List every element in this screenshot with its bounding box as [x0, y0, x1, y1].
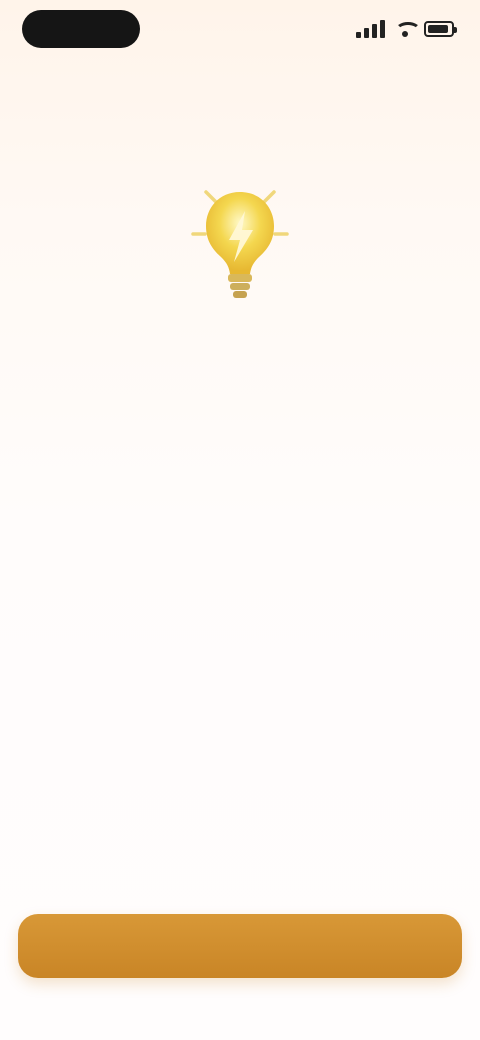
- wifi-icon: [394, 21, 421, 37]
- lightbulb-icon: [190, 184, 290, 308]
- hero-text: [34, 334, 446, 362]
- continue-button[interactable]: [18, 914, 462, 978]
- status-icons: [350, 18, 457, 40]
- battery-icon: [424, 21, 457, 37]
- status-bar: [0, 0, 480, 58]
- status-time-pill: [22, 10, 140, 48]
- signal-icon: [356, 20, 386, 38]
